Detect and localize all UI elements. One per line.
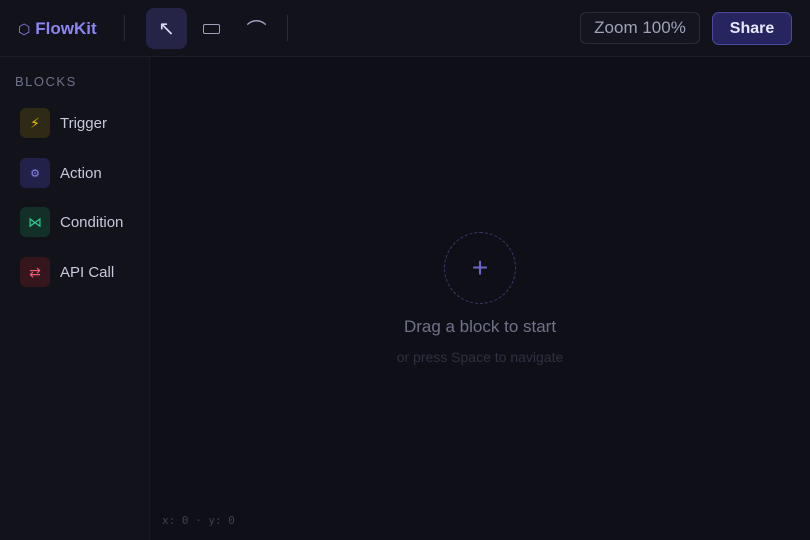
connector-tool-button[interactable]: ⌒ — [236, 8, 277, 49]
toolbar-divider — [287, 15, 288, 41]
arc-connector-icon: ⌒ — [246, 20, 267, 42]
block-item-label: API Call — [60, 263, 115, 281]
block-item-api-call[interactable]: ⇄ API Call — [20, 257, 145, 287]
gear-icon: ⚙ — [20, 158, 50, 188]
cursor-arrow-icon: ↖ — [158, 18, 175, 40]
flow-canvas[interactable]: + Drag a block to start or press Space t… — [150, 57, 810, 540]
share-button[interactable]: Share — [712, 12, 792, 45]
swap-arrows-icon: ⇄ — [20, 257, 50, 287]
rectangle-icon — [203, 23, 220, 34]
blocks-sidebar: BLOCKS ⚡ Trigger ⚙ Action ⋈ Condition ⇄ … — [0, 57, 150, 540]
zoom-level-button[interactable]: Zoom 100% — [580, 12, 700, 44]
add-block-button[interactable]: + — [444, 232, 516, 304]
block-item-action[interactable]: ⚙ Action — [20, 158, 145, 188]
hexagon-icon: ⬡ — [18, 20, 31, 37]
block-item-label: Action — [60, 164, 102, 182]
sidebar-title: BLOCKS — [15, 74, 77, 89]
empty-state-title: Drag a block to start — [403, 317, 557, 336]
app-name: FlowKit — [35, 19, 97, 38]
branch-icon: ⋈ — [20, 207, 50, 237]
empty-state-hint: or press Space to navigate — [396, 349, 564, 365]
toolbar-divider — [124, 15, 125, 41]
block-item-trigger[interactable]: ⚡ Trigger — [20, 108, 145, 138]
top-bar: ⬡ FlowKit ↖ ⌒ Zoom 100% Share — [0, 0, 810, 57]
block-item-condition[interactable]: ⋈ Condition — [20, 207, 145, 237]
select-tool-button[interactable]: ↖ — [146, 8, 187, 49]
app-logo[interactable]: ⬡ FlowKit — [18, 19, 97, 39]
lightning-icon: ⚡ — [20, 108, 50, 138]
cursor-coordinates: x: 0 · y: 0 — [162, 514, 235, 527]
rectangle-tool-button[interactable] — [191, 8, 232, 49]
block-item-label: Trigger — [60, 114, 107, 132]
block-item-label: Condition — [60, 213, 124, 231]
plus-icon: + — [471, 252, 489, 283]
